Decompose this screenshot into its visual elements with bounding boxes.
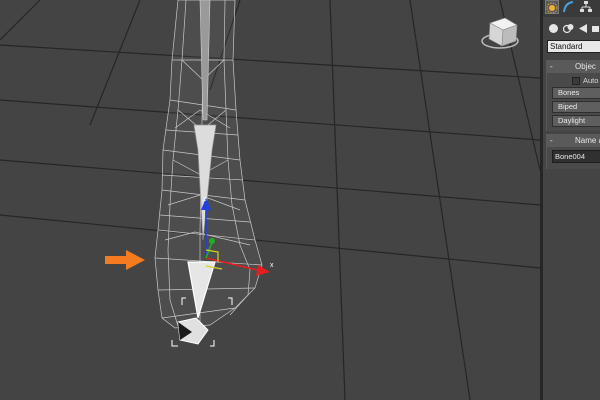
object-type-title: Objec [575, 62, 596, 71]
hierarchy-tab-icon[interactable] [579, 0, 593, 14]
3dsmax-window: z x Standard - Objec Auto Bones Biped Da… [0, 0, 600, 400]
shapes-icon[interactable] [562, 21, 574, 34]
geometry-icon[interactable] [548, 21, 559, 33]
orange-pointer-arrow-icon [105, 250, 145, 270]
autogrid-checkbox[interactable] [572, 77, 580, 85]
viewport-grid [0, 0, 540, 400]
collapse-icon: - [550, 62, 553, 71]
object-name-field[interactable]: Bone004 [552, 150, 600, 163]
lights-icon[interactable] [578, 21, 589, 33]
name-color-title: Name a [575, 136, 600, 145]
gizmo-x-label: x [270, 262, 274, 269]
command-panel-tabs [543, 0, 600, 17]
object-type-rollout: - Objec Auto Bones Biped Daylight [546, 60, 600, 131]
viewcube[interactable] [481, 17, 519, 49]
create-tab-icon[interactable] [545, 0, 559, 14]
collapse-icon: - [550, 136, 553, 145]
bones-button[interactable]: Bones [552, 87, 600, 99]
viewport-scene[interactable] [0, 0, 540, 400]
name-color-rollout: - Name a Bone004 [546, 134, 600, 169]
subcategory-buttons [543, 18, 600, 36]
perspective-viewport[interactable]: z x [0, 0, 540, 400]
command-panel: Standard - Objec Auto Bones Biped Daylig… [543, 0, 600, 400]
object-type-rollout-header[interactable]: - Objec [547, 61, 600, 73]
modify-tab-icon[interactable] [561, 0, 575, 14]
name-color-rollout-header[interactable]: - Name a [547, 135, 600, 147]
cameras-icon[interactable] [591, 21, 600, 32]
gizmo-z-label: z [203, 196, 207, 203]
category-dropdown[interactable]: Standard [547, 40, 600, 53]
autogrid-label: Auto [583, 76, 599, 85]
biped-button[interactable]: Biped [552, 101, 600, 113]
daylight-button[interactable]: Daylight [552, 115, 600, 127]
